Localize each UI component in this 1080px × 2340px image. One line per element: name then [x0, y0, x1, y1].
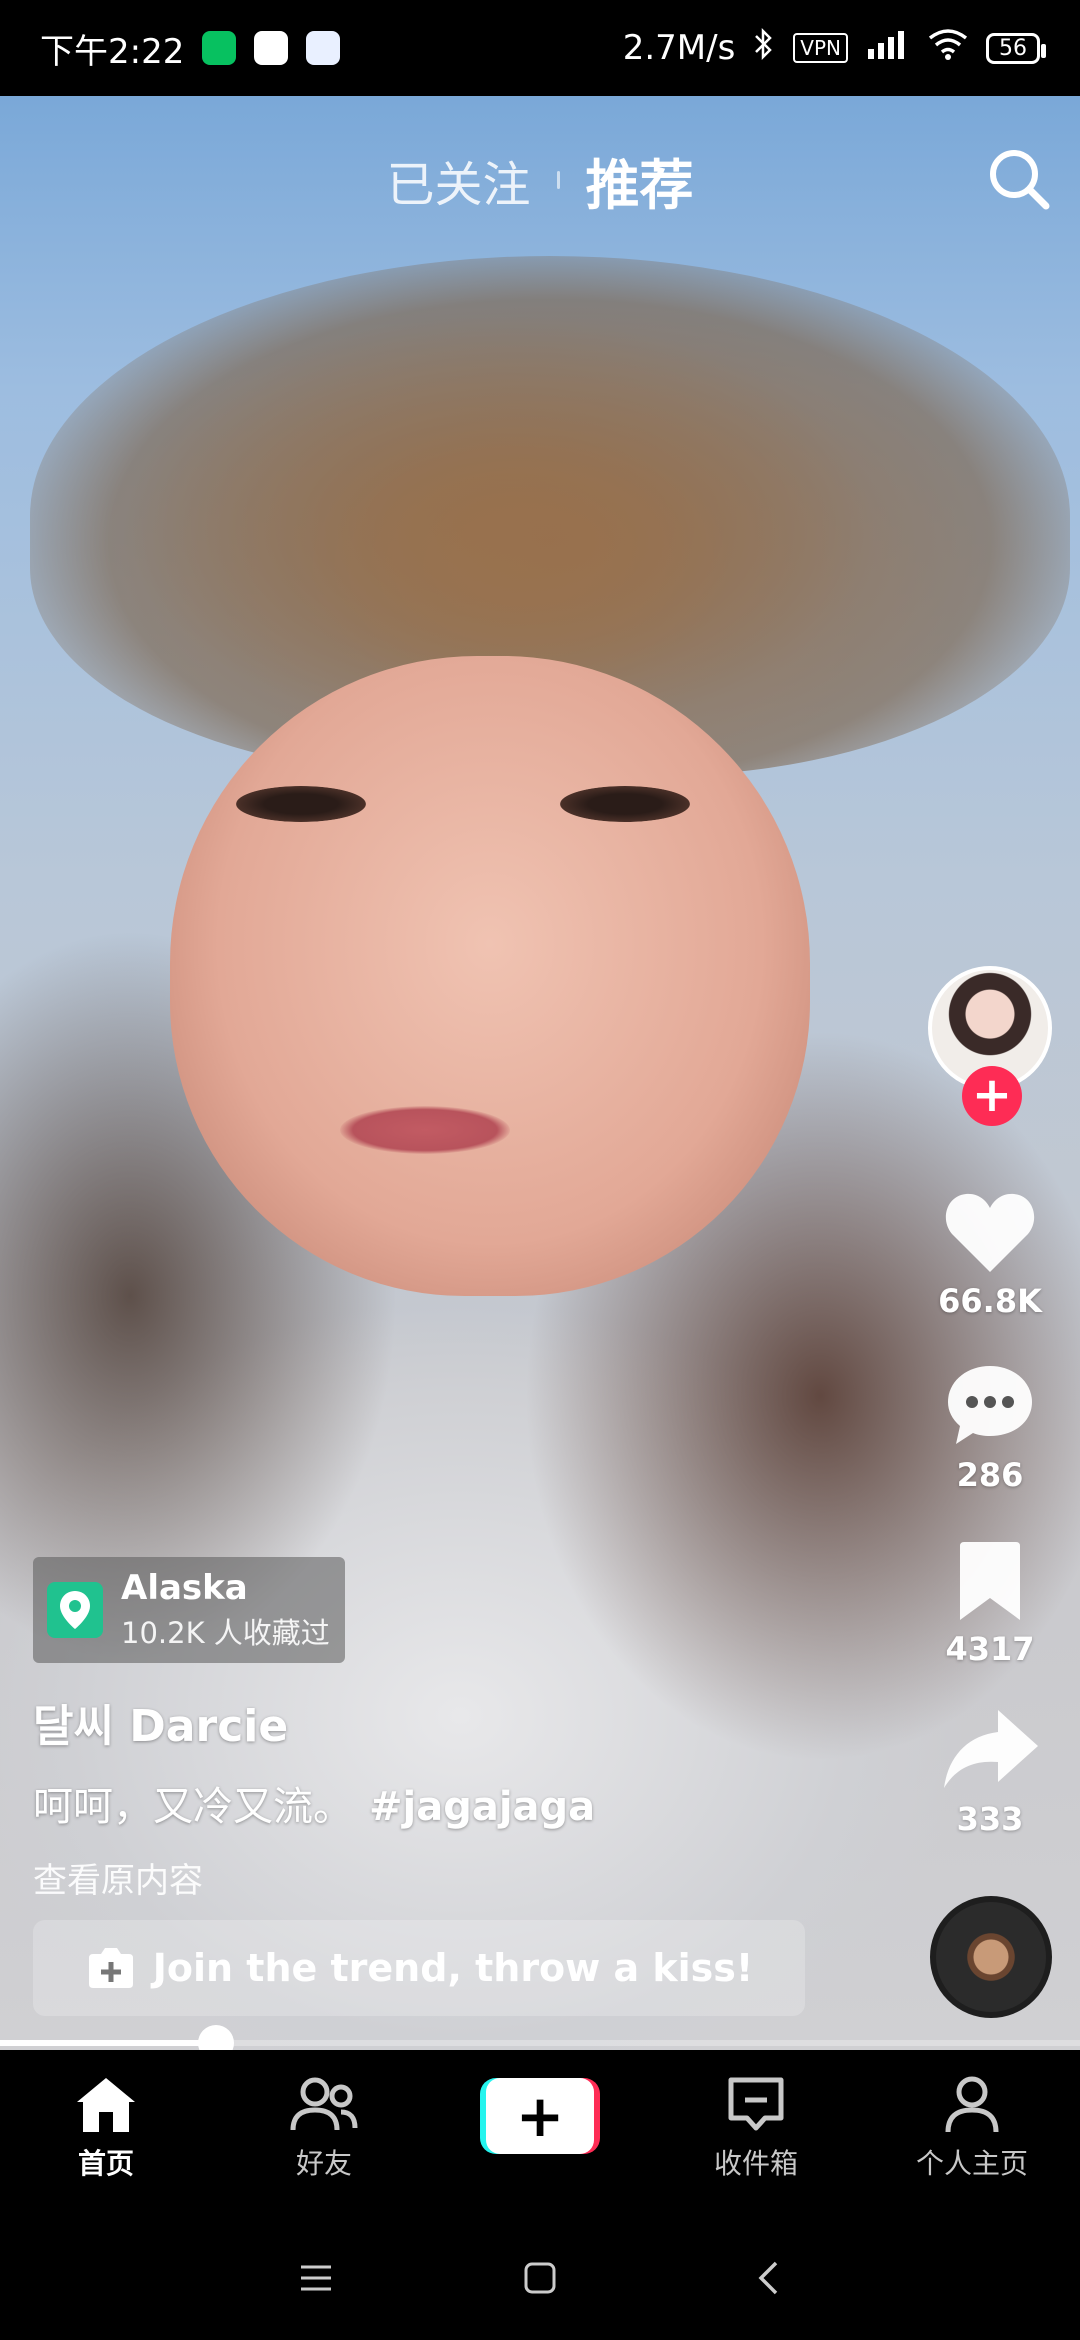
- share-arrow-icon: [944, 1710, 1038, 1788]
- location-text: Alaska 10.2K 人收藏过: [121, 1568, 330, 1652]
- wechat-icon: [202, 31, 237, 65]
- post-caption: 呵呵，又冷又流。 #jagajaga: [33, 1774, 595, 1832]
- square-icon: [524, 2262, 556, 2294]
- inbox-icon: [728, 2077, 784, 2131]
- progress-fill: [0, 2040, 216, 2046]
- tab-following[interactable]: 已关注: [386, 145, 530, 215]
- profile-icon: [945, 2076, 999, 2133]
- battery-indicator: 56: [986, 32, 1046, 64]
- home-icon: [77, 2078, 135, 2132]
- video-frame-mouth: [340, 1106, 510, 1154]
- nav-profile-label: 个人主页: [915, 2147, 1028, 2180]
- nav-friends-label: 好友: [295, 2147, 352, 2180]
- status-time: 下午2:22: [40, 31, 185, 72]
- location-pin-icon: [47, 1582, 103, 1638]
- like-count: 66.8K: [938, 1282, 1042, 1320]
- author-name[interactable]: 달씨 Darcie: [33, 1690, 288, 1754]
- create-button[interactable]: +: [480, 2078, 600, 2154]
- view-original-link[interactable]: 查看原内容: [33, 1853, 203, 1902]
- plus-icon: +: [486, 2078, 594, 2154]
- tab-divider: [556, 171, 560, 189]
- favorite-button[interactable]: 4317: [920, 1540, 1060, 1668]
- comment-count: 286: [956, 1456, 1024, 1494]
- location-tag[interactable]: Alaska 10.2K 人收藏过: [33, 1557, 345, 1663]
- join-trend-button[interactable]: Join the trend, throw a kiss!: [33, 1920, 805, 2016]
- comment-button[interactable]: 286: [920, 1362, 1060, 1494]
- share-button[interactable]: 333: [920, 1706, 1060, 1838]
- search-icon: [990, 150, 1050, 210]
- nav-profile[interactable]: 个人主页: [882, 2074, 1062, 2182]
- music-disc[interactable]: [930, 1896, 1052, 2018]
- system-back-button[interactable]: [738, 2248, 798, 2308]
- status-left: 下午2:22: [40, 24, 341, 73]
- location-saved-count: 10.2K 人收藏过: [121, 1616, 330, 1650]
- camera-plus-icon: [88, 1948, 133, 1988]
- search-button[interactable]: [986, 146, 1052, 212]
- app-notification-icon: [254, 31, 289, 65]
- app-notification-icon-2: [306, 31, 341, 65]
- hashtag-link[interactable]: #jagajaga: [369, 1784, 595, 1830]
- nav-inbox-label: 收件箱: [713, 2147, 798, 2180]
- nav-friends[interactable]: 好友: [234, 2074, 414, 2182]
- video-frame-eye-right: [560, 786, 690, 822]
- back-chevron-icon: [758, 2261, 778, 2295]
- bluetooth-icon: [753, 27, 775, 70]
- nav-inbox[interactable]: 收件箱: [666, 2074, 846, 2182]
- status-right: 2.7M/s VPN 56: [622, 27, 1046, 70]
- system-menu-button[interactable]: [286, 2248, 346, 2308]
- video-frame-eye-left: [236, 786, 366, 822]
- heart-icon: [945, 1193, 1035, 1272]
- video-progress-bar[interactable]: [0, 2025, 1080, 2061]
- wifi-icon: [928, 28, 968, 69]
- follow-button[interactable]: +: [962, 1066, 1022, 1126]
- bottom-nav: 首页 好友 + 收件箱 个人主页: [0, 2050, 1080, 2210]
- favorite-count: 4317: [945, 1630, 1035, 1668]
- location-name: Alaska: [121, 1568, 248, 1608]
- net-speed: 2.7M/s: [622, 28, 736, 68]
- join-trend-label: Join the trend, throw a kiss!: [152, 1946, 754, 1990]
- tab-recommended[interactable]: 推荐: [586, 141, 694, 220]
- feed-tabs: 已关注 推荐: [0, 140, 1080, 220]
- video-frame-face: [170, 656, 810, 1296]
- status-bar: 下午2:22 2.7M/s VPN 56: [0, 0, 1080, 96]
- nav-home[interactable]: 首页: [16, 2074, 196, 2182]
- friends-icon: [290, 2077, 358, 2131]
- caption-text: 呵呵，又冷又流。: [33, 1784, 353, 1830]
- menu-icon: [301, 2265, 331, 2291]
- share-count: 333: [956, 1800, 1024, 1838]
- system-nav-bar: [0, 2210, 1080, 2340]
- creator-avatar-group[interactable]: +: [928, 966, 1058, 1126]
- video-player[interactable]: [0, 96, 1080, 2050]
- vpn-badge: VPN: [793, 33, 848, 63]
- system-home-button[interactable]: [510, 2248, 570, 2308]
- comment-icon: [948, 1366, 1032, 1444]
- bookmark-icon: [960, 1542, 1020, 1620]
- nav-home-label: 首页: [77, 2147, 134, 2180]
- like-button[interactable]: 66.8K: [920, 1190, 1060, 1320]
- signal-icon: [866, 28, 910, 68]
